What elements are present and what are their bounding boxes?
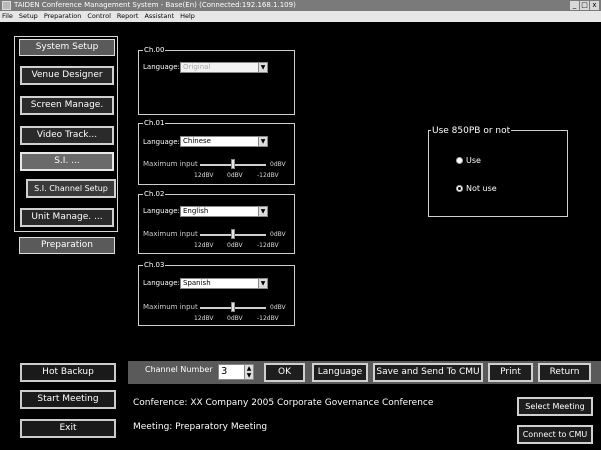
- chevron-down-icon: ▼: [258, 207, 267, 216]
- tick-right: 0dBV: [270, 231, 286, 238]
- connect-cmu-button[interactable]: Connect to CMU: [517, 425, 593, 444]
- channel-number-value: 3: [221, 366, 228, 377]
- language-label: Language:: [143, 138, 180, 146]
- spin-arrows-icon[interactable]: ▲ ▼: [244, 365, 253, 379]
- return-button[interactable]: Return: [538, 363, 591, 382]
- channel-number-spinner[interactable]: 3 ▲ ▼: [218, 364, 254, 380]
- use-850pb-group: Use 850PB or not Use Not use: [428, 125, 568, 217]
- tick-right: 0dBV: [270, 161, 286, 168]
- channel-legend: Ch.00: [143, 45, 166, 55]
- preparation-button[interactable]: Preparation: [19, 237, 115, 254]
- channel-group-02: Ch.02 Language: English ▼ Maximum input …: [138, 189, 295, 254]
- bottom-toolbar: Channel Number 3 ▲ ▼ OK Language Save and…: [128, 361, 601, 384]
- slider-thumb[interactable]: [231, 159, 235, 169]
- channel-group-01: Ch.01 Language: Chinese ▼ Maximum input …: [138, 118, 295, 185]
- conference-text: Conference: XX Company 2005 Corporate Go…: [133, 398, 434, 408]
- slider-thumb[interactable]: [231, 229, 235, 239]
- tick-label: 12dBV: [194, 315, 214, 322]
- channel-legend: Ch.02: [143, 189, 166, 199]
- language-label: Language:: [143, 279, 180, 287]
- tick-label: -12dBV: [257, 242, 279, 249]
- channel-legend: Ch.03: [143, 260, 166, 270]
- minimize-button[interactable]: _: [570, 1, 579, 10]
- menu-help[interactable]: Help: [180, 11, 195, 22]
- max-input-label: Maximum input: [143, 303, 198, 311]
- system-setup-button[interactable]: System Setup: [19, 39, 115, 56]
- language-select[interactable]: English ▼: [180, 206, 268, 217]
- tick-label: 0dBV: [227, 172, 243, 179]
- tick-label: -12dBV: [257, 315, 279, 322]
- si-button[interactable]: S.I. ...: [20, 152, 114, 171]
- language-value: English: [183, 207, 209, 215]
- maximize-button[interactable]: □: [580, 1, 589, 10]
- menu-assistant[interactable]: Assistant: [144, 11, 174, 22]
- meeting-info-panel: Conference: XX Company 2005 Corporate Go…: [128, 384, 601, 450]
- ok-button[interactable]: OK: [264, 363, 305, 382]
- screen-manage-button[interactable]: Screen Manage.: [20, 96, 114, 115]
- close-button[interactable]: x: [590, 1, 599, 10]
- start-meeting-button[interactable]: Start Meeting: [20, 390, 116, 409]
- channel-group-00: Ch.00 Language: Original ▼: [138, 45, 295, 115]
- max-input-label: Maximum input: [143, 160, 198, 168]
- channel-number-label: Channel Number: [145, 365, 213, 374]
- window-title: TAIDEN Conference Management System - Ba…: [14, 1, 296, 9]
- not-use-radio[interactable]: [456, 185, 463, 192]
- use-radio-label[interactable]: Use: [466, 156, 481, 165]
- save-send-cmu-button[interactable]: Save and Send To CMU: [373, 363, 483, 382]
- chevron-down-icon: ▼: [258, 63, 267, 72]
- not-use-radio-label[interactable]: Not use: [466, 184, 497, 193]
- language-select: Original ▼: [180, 62, 268, 73]
- menu-bar: File Setup Preparation Control Report As…: [0, 11, 601, 22]
- app-icon: [2, 1, 11, 10]
- use-radio[interactable]: [456, 157, 463, 164]
- menu-file[interactable]: File: [2, 11, 13, 22]
- language-button[interactable]: Language: [312, 363, 368, 382]
- title-bar: TAIDEN Conference Management System - Ba…: [0, 0, 601, 11]
- menu-report[interactable]: Report: [117, 11, 139, 22]
- slider-thumb[interactable]: [231, 302, 235, 312]
- chevron-down-icon: ▼: [258, 279, 267, 288]
- language-select[interactable]: Spanish ▼: [180, 278, 268, 289]
- unit-manage-button[interactable]: Unit Manage. ...: [20, 208, 114, 227]
- select-meeting-button[interactable]: Select Meeting: [517, 397, 593, 416]
- tick-label: 12dBV: [194, 242, 214, 249]
- tick-label: -12dBV: [257, 172, 279, 179]
- channel-legend: Ch.01: [143, 118, 166, 128]
- tick-label: 0dBV: [227, 242, 243, 249]
- tick-label: 12dBV: [194, 172, 214, 179]
- menu-setup[interactable]: Setup: [19, 11, 38, 22]
- language-value: Spanish: [183, 279, 211, 287]
- chevron-down-icon: ▼: [258, 137, 267, 146]
- menu-control[interactable]: Control: [87, 11, 111, 22]
- video-track-button[interactable]: Video Track...: [20, 126, 114, 145]
- print-button[interactable]: Print: [488, 363, 533, 382]
- hot-backup-button[interactable]: Hot Backup: [20, 363, 116, 382]
- main-area: System Setup Venue Designer Screen Manag…: [0, 22, 601, 450]
- tick-right: 0dBV: [270, 304, 286, 311]
- use-850pb-legend: Use 850PB or not: [431, 125, 512, 137]
- language-value: Chinese: [183, 137, 211, 145]
- language-label: Language:: [143, 63, 180, 71]
- language-select[interactable]: Chinese ▼: [180, 136, 268, 147]
- tick-label: 0dBV: [227, 315, 243, 322]
- language-label: Language:: [143, 207, 180, 215]
- max-input-label: Maximum input: [143, 230, 198, 238]
- menu-preparation[interactable]: Preparation: [44, 11, 82, 22]
- exit-button[interactable]: Exit: [20, 419, 116, 438]
- channel-group-03: Ch.03 Language: Spanish ▼ Maximum input …: [138, 260, 295, 326]
- language-value: Original: [183, 63, 211, 71]
- venue-designer-button[interactable]: Venue Designer: [20, 66, 114, 85]
- si-channel-setup-button[interactable]: S.I. Channel Setup: [26, 179, 116, 198]
- window-controls: _ □ x: [570, 1, 599, 10]
- meeting-text: Meeting: Preparatory Meeting: [133, 422, 268, 432]
